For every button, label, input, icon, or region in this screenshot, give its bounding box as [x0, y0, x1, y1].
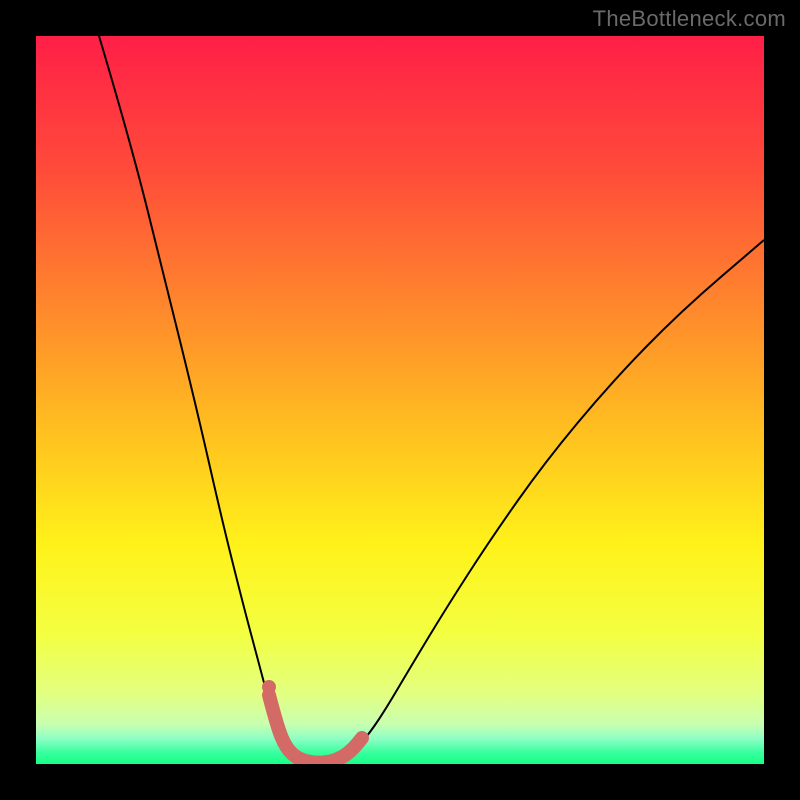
bottleneck-chart [0, 0, 800, 800]
gradient-background [36, 36, 764, 764]
watermark-text: TheBottleneck.com [593, 6, 786, 32]
optimal-start-dot [262, 680, 276, 694]
chart-frame: { "watermark": "TheBottleneck.com", "plo… [0, 0, 800, 800]
